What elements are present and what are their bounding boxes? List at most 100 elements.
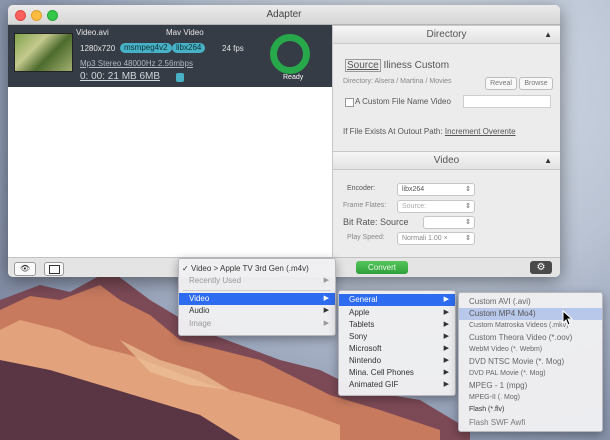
log-button[interactable] (44, 262, 64, 276)
collapse-triangle-icon[interactable]: ▲ (544, 26, 552, 43)
submenu-item-general[interactable]: General ▶ (339, 294, 455, 306)
play-speed-value: Normali 1.00 × (402, 235, 448, 242)
submenu-item-apple[interactable]: Apple ▶ (339, 307, 455, 319)
select-arrows-icon: ⇕ (465, 235, 471, 242)
format-item-mpeg1[interactable]: MPEG - 1 (mpg) (459, 380, 602, 392)
file-exists-select[interactable]: Increment Overente (445, 127, 516, 136)
mouse-cursor-icon (562, 310, 574, 326)
menu-item-label: Flash (*.flv) (469, 406, 505, 413)
custom-name-checkbox[interactable] (345, 98, 354, 107)
submenu-item-cell-phones[interactable]: Mina. Cell Phones ▶ (339, 367, 455, 379)
duration-size: 0: 00: 21 MB 6MB (80, 71, 161, 82)
encoder-select[interactable]: libx264 ⇕ (397, 183, 475, 196)
video-submenu: General ▶ Apple ▶ Tablets ▶ Sony ▶ Microsoft… (338, 290, 456, 396)
minimize-window-button[interactable] (31, 10, 42, 21)
menu-item-label: Audio (189, 306, 210, 315)
custom-option[interactable]: Iliness Custom (383, 60, 449, 71)
format-item-dvd-ntsc[interactable]: DVD NTSC Movie (*. Mog) (459, 356, 602, 368)
zoom-window-button[interactable] (47, 10, 58, 21)
close-window-button[interactable] (15, 10, 26, 21)
menu-item-label: WebM Video (*. Webm) (469, 346, 543, 353)
recently-used-item[interactable]: Recently Used ▶ (179, 275, 335, 287)
format-menu: ✓ Video > Apple TV 3rd Gen (.m4v) Recent… (178, 258, 336, 336)
menu-item-label: Image (189, 319, 212, 328)
menu-item-video[interactable]: Video ▶ (179, 293, 335, 305)
eye-icon: 👁 (19, 264, 31, 273)
format-item-mkv[interactable]: Custom Matroska Videos (.mkv) (459, 320, 602, 332)
format-item-mp4[interactable]: Custom MP4 Mo4) (459, 308, 602, 320)
submenu-arrow-icon: ▶ (443, 321, 449, 328)
general-submenu: Custom AVI (.avi) Custom MP4 Mo4) Custom… (458, 292, 603, 432)
submenu-arrow-icon: ▶ (443, 357, 449, 364)
browse-button[interactable]: Browse (519, 77, 553, 90)
preview-button[interactable]: 👁 (14, 262, 36, 276)
play-speed-select[interactable]: Normali 1.00 × ⇕ (397, 232, 475, 245)
encoder-value: libx264 (402, 186, 425, 193)
source-option[interactable]: Source (345, 59, 381, 72)
menu-separator (183, 290, 331, 291)
submenu-arrow-icon: ▶ (443, 333, 449, 340)
submenu-arrow-icon: ▶ (443, 369, 449, 376)
adapter-window: Adapter Video.avi Mav Video 1280x720 msm… (8, 5, 560, 277)
frame-rates-label: Frame Flates: (343, 202, 387, 209)
file-exists-label: If File Exists At Outout Path: (343, 127, 443, 136)
directory-path: Directory: Alsera / Martina / Movies (343, 78, 452, 85)
menu-item-label: Custom Theora Video (*.oov) (469, 333, 573, 342)
checkmark-icon: ✓ (182, 264, 189, 273)
settings-panel: Directory ▲ Source Iliness Custom Direct… (333, 25, 560, 257)
window-controls (15, 10, 58, 21)
menu-item-label: Animated GIF (349, 380, 399, 389)
menu-item-label: General (349, 295, 378, 304)
menu-item-image[interactable]: Image ▶ (179, 318, 335, 330)
submenu-item-microsoft[interactable]: Microsoft ▶ (339, 343, 455, 355)
terminal-icon (48, 265, 60, 274)
format-item-flv[interactable]: Flash (*.flv) (459, 404, 602, 416)
menu-item-audio[interactable]: Audio ▶ (179, 305, 335, 317)
bit-rate-select[interactable]: ⇕ (423, 216, 475, 229)
menu-item-label: Video (189, 294, 210, 303)
file-exists-row: If File Exists At Outout Path: Increment… (343, 127, 516, 136)
format-item-avi[interactable]: Custom AVI (.avi) (459, 296, 602, 308)
play-speed-label: Play Speed: (347, 234, 385, 241)
gear-icon[interactable]: ⚙ (530, 261, 552, 274)
format-item-mpeg2[interactable]: MPEG-II (. Mog) (459, 392, 602, 404)
select-arrows-icon: ⇕ (465, 203, 471, 210)
convert-button[interactable]: Convert (356, 261, 408, 274)
submenu-item-animated-gif[interactable]: Animated GIF ▶ (339, 379, 455, 391)
reveal-button[interactable]: Reveal (485, 77, 517, 90)
format-item-dvd-pal[interactable]: DVD PAL Movie (*. Mog) (459, 368, 602, 380)
directory-section-header[interactable]: Directory ▲ (333, 25, 560, 44)
submenu-arrow-icon: ▶ (323, 295, 329, 302)
submenu-item-sony[interactable]: Sony ▶ (339, 331, 455, 343)
frame-rates-value: Source: (402, 203, 427, 210)
menu-item-label: Tablets (349, 320, 375, 329)
submenu-item-nintendo[interactable]: Nintendo ▶ (339, 355, 455, 367)
format-item-swf[interactable]: Flash SWF Awfi (459, 417, 602, 429)
codec-to-badge: libx264 (172, 43, 206, 53)
video-header-label: Video (433, 155, 460, 166)
checked-format-item[interactable]: ✓ Video > Apple TV 3rd Gen (.m4v) (179, 263, 335, 275)
resolution: 1280x720 (80, 44, 116, 53)
encoder-label: Encoder: (347, 185, 376, 192)
format-item-webm[interactable]: WebM Video (*. Webm) (459, 344, 602, 356)
output-filename: Mav Video (166, 28, 204, 37)
submenu-arrow-icon: ▶ (443, 345, 449, 352)
submenu-item-tablets[interactable]: Tablets ▶ (339, 319, 455, 331)
frame-rates-select[interactable]: Source: ⇕ (397, 200, 475, 213)
checked-format-label: Video > Apple TV 3rd Gen (.m4v) (191, 264, 309, 273)
submenu-arrow-icon: ▶ (323, 320, 329, 327)
submenu-arrow-icon: ▶ (323, 277, 329, 284)
codec-from-badge: msmpeg4v2 (120, 43, 172, 53)
submenu-arrow-icon: ▶ (443, 296, 449, 303)
menu-item-label: Nintendo (349, 356, 382, 365)
collapse-triangle-icon[interactable]: ▲ (544, 152, 552, 169)
job-row[interactable]: Video.avi Mav Video 1280x720 msmpeg4v2 ▸… (8, 25, 332, 87)
custom-name-field[interactable] (463, 95, 551, 108)
bit-rate-label: Bit Rate: (343, 217, 378, 227)
menu-item-label: MPEG-II (. Mog) (469, 394, 520, 401)
select-arrows-icon: ⇕ (465, 219, 471, 226)
menu-item-label: Microsoft (349, 344, 382, 353)
submenu-arrow-icon: ▶ (443, 381, 449, 388)
video-section-header[interactable]: Video ▲ (333, 151, 560, 170)
format-item-theora[interactable]: Custom Theora Video (*.oov) (459, 332, 602, 344)
